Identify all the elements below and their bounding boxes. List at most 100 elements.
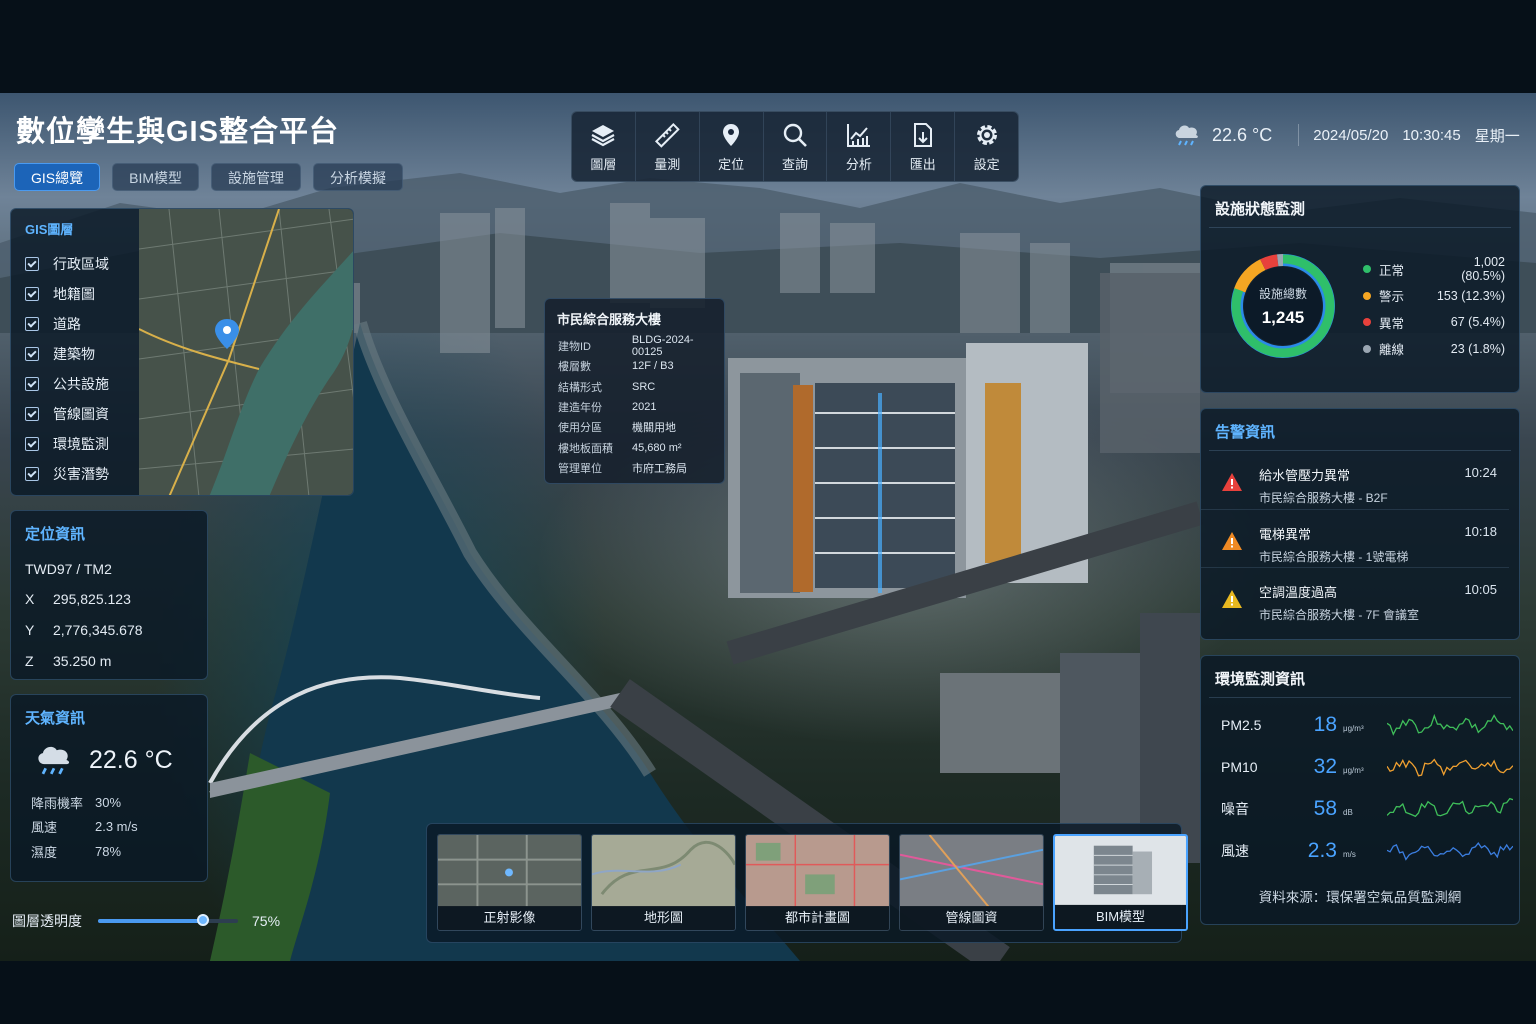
- env-metric-value: 18: [1313, 713, 1337, 736]
- analysis-button[interactable]: 分析: [827, 112, 892, 181]
- env-metric-name: PM10: [1221, 759, 1258, 775]
- checkbox-checked-icon[interactable]: [25, 317, 39, 331]
- checkbox-checked-icon[interactable]: [25, 437, 39, 451]
- tab-bim-model[interactable]: BIM模型: [112, 163, 200, 191]
- letterbox-top: [0, 0, 1536, 93]
- orthophoto-thumbnail: [438, 835, 581, 907]
- status-time: 10:30:45: [1402, 126, 1461, 144]
- env-metric-name: PM2.5: [1221, 717, 1262, 733]
- main-tabs: GIS總覽 BIM模型 設施管理 分析模擬: [14, 163, 404, 191]
- measure-button[interactable]: 量測: [636, 112, 700, 181]
- building-attr-row: 樓層數 12F / B3: [545, 356, 724, 376]
- tab-analysis-simulation[interactable]: 分析模擬: [313, 163, 404, 191]
- alert-text: 電梯異常市民綜合服務大樓 - 1號電梯: [1259, 524, 1464, 565]
- rain-cloud-icon: [38, 746, 70, 775]
- layers-button[interactable]: 圖層: [572, 112, 636, 181]
- alert-item[interactable]: 電梯異常 市民綜合服務大樓 - 1號電梯 10:18: [1201, 510, 1509, 568]
- alert-time: 10:05: [1464, 582, 1497, 597]
- sparkline-chart: [1387, 842, 1513, 861]
- layer-item-buildings[interactable]: 建築物: [25, 339, 109, 369]
- facility-total-label: 設施總數: [1258, 286, 1307, 301]
- attr-value: 12F / B3: [632, 360, 674, 373]
- alert-time: 10:24: [1464, 465, 1497, 480]
- layer-label: 地籍圖: [53, 286, 95, 302]
- opacity-slider[interactable]: [98, 914, 238, 926]
- locate-button[interactable]: 定位: [700, 112, 764, 181]
- env-metric-unit: m/s: [1343, 849, 1356, 859]
- legend-label: 警示: [1379, 290, 1405, 305]
- building-name: 市民綜合服務大樓: [557, 312, 662, 327]
- layer-item-env-monitoring[interactable]: 環境監測: [25, 429, 109, 459]
- warning-triangle-icon: [1222, 590, 1242, 608]
- layer-item-cadastral[interactable]: 地籍圖: [25, 279, 109, 309]
- environment-data-source: 資料來源：環保署空氣品質監測網: [1258, 890, 1462, 905]
- weather-main: 22.6 °C: [11, 736, 207, 778]
- warning-triangle-icon: [1222, 531, 1242, 550]
- alert-info-panel: 告警資訊 給水管壓力異常 市民綜合服務大樓 - B2F 10:24 電梯異常 市民綜合服…: [1200, 408, 1520, 640]
- layer-item-pipelines[interactable]: 管線圖資: [25, 399, 109, 429]
- env-metric-unit: μg/m³: [1343, 723, 1364, 733]
- facility-status-panel: 設施狀態監測 設施總數 1,245 正常 1,002 (80.5%) 警示 153 (…: [1200, 185, 1520, 393]
- analysis-label: 分析: [845, 156, 872, 172]
- basemap-pipelines[interactable]: 管線圖資: [899, 834, 1044, 931]
- export-button[interactable]: 匯出: [891, 112, 956, 181]
- basemap-switcher: 正射影像 地形圖 都市計畫圖 管線圖資 BIM模型: [426, 823, 1188, 943]
- weather-temperature: 22.6 °C: [89, 745, 173, 774]
- map-toolbar: 圖層 量測 定位 查詢 分析 匯出 設定: [571, 111, 1019, 182]
- alert-list: 給水管壓力異常 市民綜合服務大樓 - B2F 10:24 電梯異常市民綜合服務大樓 -…: [1201, 451, 1519, 627]
- weather-value: 2.3 m/s: [95, 819, 138, 835]
- alert-title: 給水管壓力異常: [1259, 468, 1351, 483]
- rain-probability-row: 降雨機率 30%: [11, 790, 207, 815]
- basemap-terrain[interactable]: 地形圖: [591, 834, 736, 931]
- opacity-slider-handle[interactable]: [197, 914, 209, 926]
- checkbox-checked-icon[interactable]: [25, 407, 39, 421]
- env-metric-row: PM2.5 18 μg/m³: [1201, 704, 1519, 746]
- gis-minimap[interactable]: [139, 209, 354, 496]
- checkbox-checked-icon[interactable]: [25, 257, 39, 271]
- attr-value: BLDG-2024-00125: [631, 334, 694, 359]
- coord-key: Z: [25, 652, 34, 669]
- gis-layer-list: 行政區域 地籍圖 道路 建築物 公共設施 管線圖資 環境監測 災害潛勢: [25, 249, 109, 489]
- coordinate-system: TWD97 / TM2: [25, 560, 112, 577]
- gear-icon: [976, 124, 997, 145]
- attr-value: 45,680 m²: [632, 441, 682, 454]
- layer-item-roads[interactable]: 道路: [25, 309, 109, 339]
- chart-icon: [846, 123, 870, 147]
- legend-value: 1,002 (80.5%): [1461, 255, 1505, 284]
- search-icon: [783, 123, 807, 147]
- attr-value: SRC: [632, 380, 656, 393]
- basemap-urban-plan[interactable]: 都市計畫圖: [745, 834, 890, 931]
- basemap-bim-model[interactable]: BIM模型: [1053, 834, 1188, 931]
- alert-item[interactable]: 給水管壓力異常 市民綜合服務大樓 - B2F 10:24: [1201, 451, 1509, 510]
- pipelines-thumbnail: [900, 835, 1043, 907]
- checkbox-checked-icon[interactable]: [25, 467, 39, 481]
- layer-item-public-facilities[interactable]: 公共設施: [25, 369, 109, 399]
- attr-value: 市府工務局: [632, 462, 687, 475]
- tab-gis-overview[interactable]: GIS總覽: [14, 163, 101, 191]
- attr-key: 樓層數: [558, 361, 591, 374]
- checkbox-checked-icon[interactable]: [25, 347, 39, 361]
- checkbox-checked-icon[interactable]: [25, 377, 39, 391]
- app-title: 數位孿生與GIS整合平台: [16, 116, 339, 148]
- location-info-panel: 定位資訊 TWD97 / TM2 X 295,825.123 Y 2,776,345…: [10, 510, 208, 680]
- alert-location: 市民綜合服務大樓 - 1號電梯: [1259, 549, 1409, 564]
- query-button[interactable]: 查詢: [764, 112, 828, 181]
- layer-label: 公共設施: [53, 376, 109, 392]
- query-label: 查詢: [782, 156, 809, 172]
- alert-title: 電梯異常: [1259, 526, 1312, 542]
- layer-item-admin-district[interactable]: 行政區域: [25, 249, 109, 279]
- checkbox-checked-icon[interactable]: [25, 287, 39, 301]
- measure-label: 量測: [654, 156, 681, 172]
- tab-facility-management[interactable]: 設施管理: [211, 163, 302, 191]
- attr-key: 結構形式: [558, 381, 602, 394]
- layer-item-disaster-potential[interactable]: 災害潛勢: [25, 459, 109, 489]
- settings-button[interactable]: 設定: [955, 112, 1018, 181]
- layers-label: 圖層: [590, 156, 617, 172]
- opacity-value: 75%: [252, 913, 281, 929]
- sparkline-chart: [1387, 797, 1513, 818]
- weather-key: 風速: [31, 820, 58, 836]
- basemap-orthophoto[interactable]: 正射影像: [437, 834, 582, 931]
- layer-label: 環境監測: [53, 436, 109, 452]
- alert-item[interactable]: 空調溫度過高 市民綜合服務大樓 - 7F 會議室 10:05: [1201, 568, 1509, 627]
- legend-value: 67 (5.4%): [1450, 315, 1505, 330]
